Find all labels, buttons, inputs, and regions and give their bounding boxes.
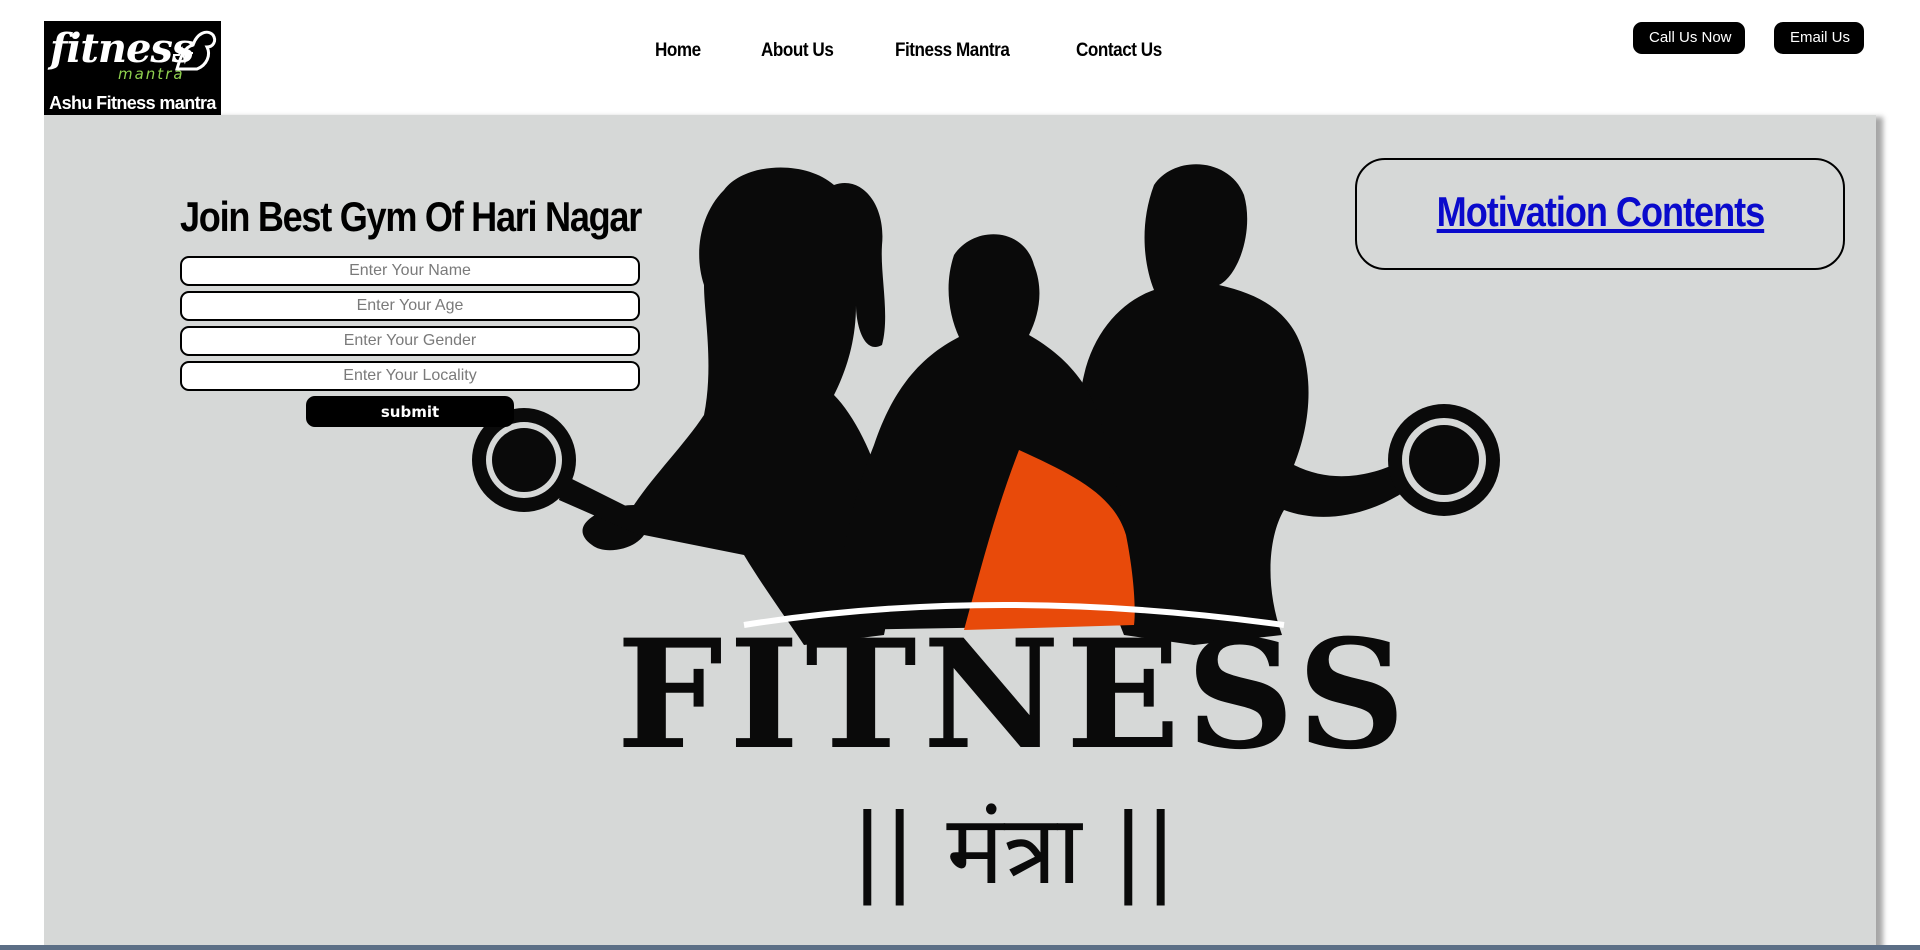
fitness-wordmark: FITNESS xyxy=(616,607,1412,783)
submit-button[interactable]: submit xyxy=(306,396,514,427)
hero-banner: FITNESS || मंत्रा || Join Best Gym Of Ha… xyxy=(44,115,1876,950)
join-form: submit xyxy=(180,256,642,427)
nav-fitness-mantra[interactable]: Fitness Mantra xyxy=(895,40,1010,62)
mantra-wordmark: || मंत्रा || xyxy=(851,794,1177,906)
name-input[interactable] xyxy=(180,256,640,286)
nav-contact-us[interactable]: Contact Us xyxy=(1076,40,1162,62)
age-input[interactable] xyxy=(180,291,640,321)
motivation-contents-link[interactable]: Motivation Contents xyxy=(1436,188,1765,236)
brand-logo[interactable]: fitness mantra Ashu Fitness mantra xyxy=(44,21,221,117)
nav-home[interactable]: Home xyxy=(655,40,701,62)
logo-caption: Ashu Fitness mantra xyxy=(49,93,216,113)
bottom-divider xyxy=(0,945,1920,950)
call-us-button[interactable]: Call Us Now xyxy=(1633,22,1745,54)
locality-input[interactable] xyxy=(180,361,640,391)
email-us-button[interactable]: Email Us xyxy=(1774,22,1864,54)
join-title: Join Best Gym Of Hari Nagar xyxy=(180,193,642,240)
flexed-arm-icon xyxy=(173,30,217,71)
motivation-card: Motivation Contents xyxy=(1355,158,1845,270)
gender-input[interactable] xyxy=(180,326,640,356)
nav-about-us[interactable]: About Us xyxy=(761,40,834,62)
